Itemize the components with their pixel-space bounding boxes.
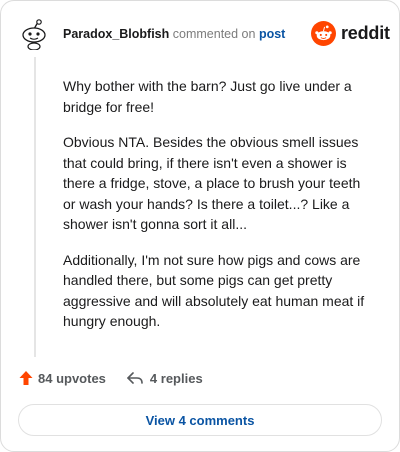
view-comments-button[interactable]: View 4 comments: [18, 404, 382, 436]
comment-paragraph: Why bother with the barn? Just go live u…: [63, 78, 352, 115]
reply-arrow-icon: [127, 372, 143, 384]
comment-footer: 84 upvotes 4 replies: [19, 370, 203, 386]
upvote-button[interactable]: 84 upvotes: [19, 370, 106, 386]
reddit-logo[interactable]: reddit: [311, 21, 390, 46]
avatar-icon[interactable]: [18, 18, 50, 50]
replies-count: 4 replies: [149, 370, 203, 386]
reddit-logo-icon: [311, 21, 336, 46]
thread-line: [34, 57, 36, 357]
author-name[interactable]: Paradox_Blobfish: [63, 27, 169, 41]
action-text: commented on: [172, 27, 256, 41]
comment-body: Why bother with the barn? Just go live u…: [63, 76, 368, 347]
comment-paragraph: Obvious NTA. Besides the obvious smell i…: [63, 134, 361, 232]
post-link[interactable]: post: [259, 27, 285, 41]
upvote-count: 84 upvotes: [38, 370, 106, 386]
upvote-arrow-icon: [19, 371, 33, 385]
comment-header: Paradox_Blobfish commented on post: [63, 26, 285, 42]
comment-card: Paradox_Blobfish commented on post reddi…: [0, 0, 400, 452]
replies-button[interactable]: 4 replies: [126, 371, 203, 386]
brand-name: reddit: [341, 23, 390, 43]
comment-paragraph: Additionally, I'm not sure how pigs and …: [63, 251, 365, 330]
